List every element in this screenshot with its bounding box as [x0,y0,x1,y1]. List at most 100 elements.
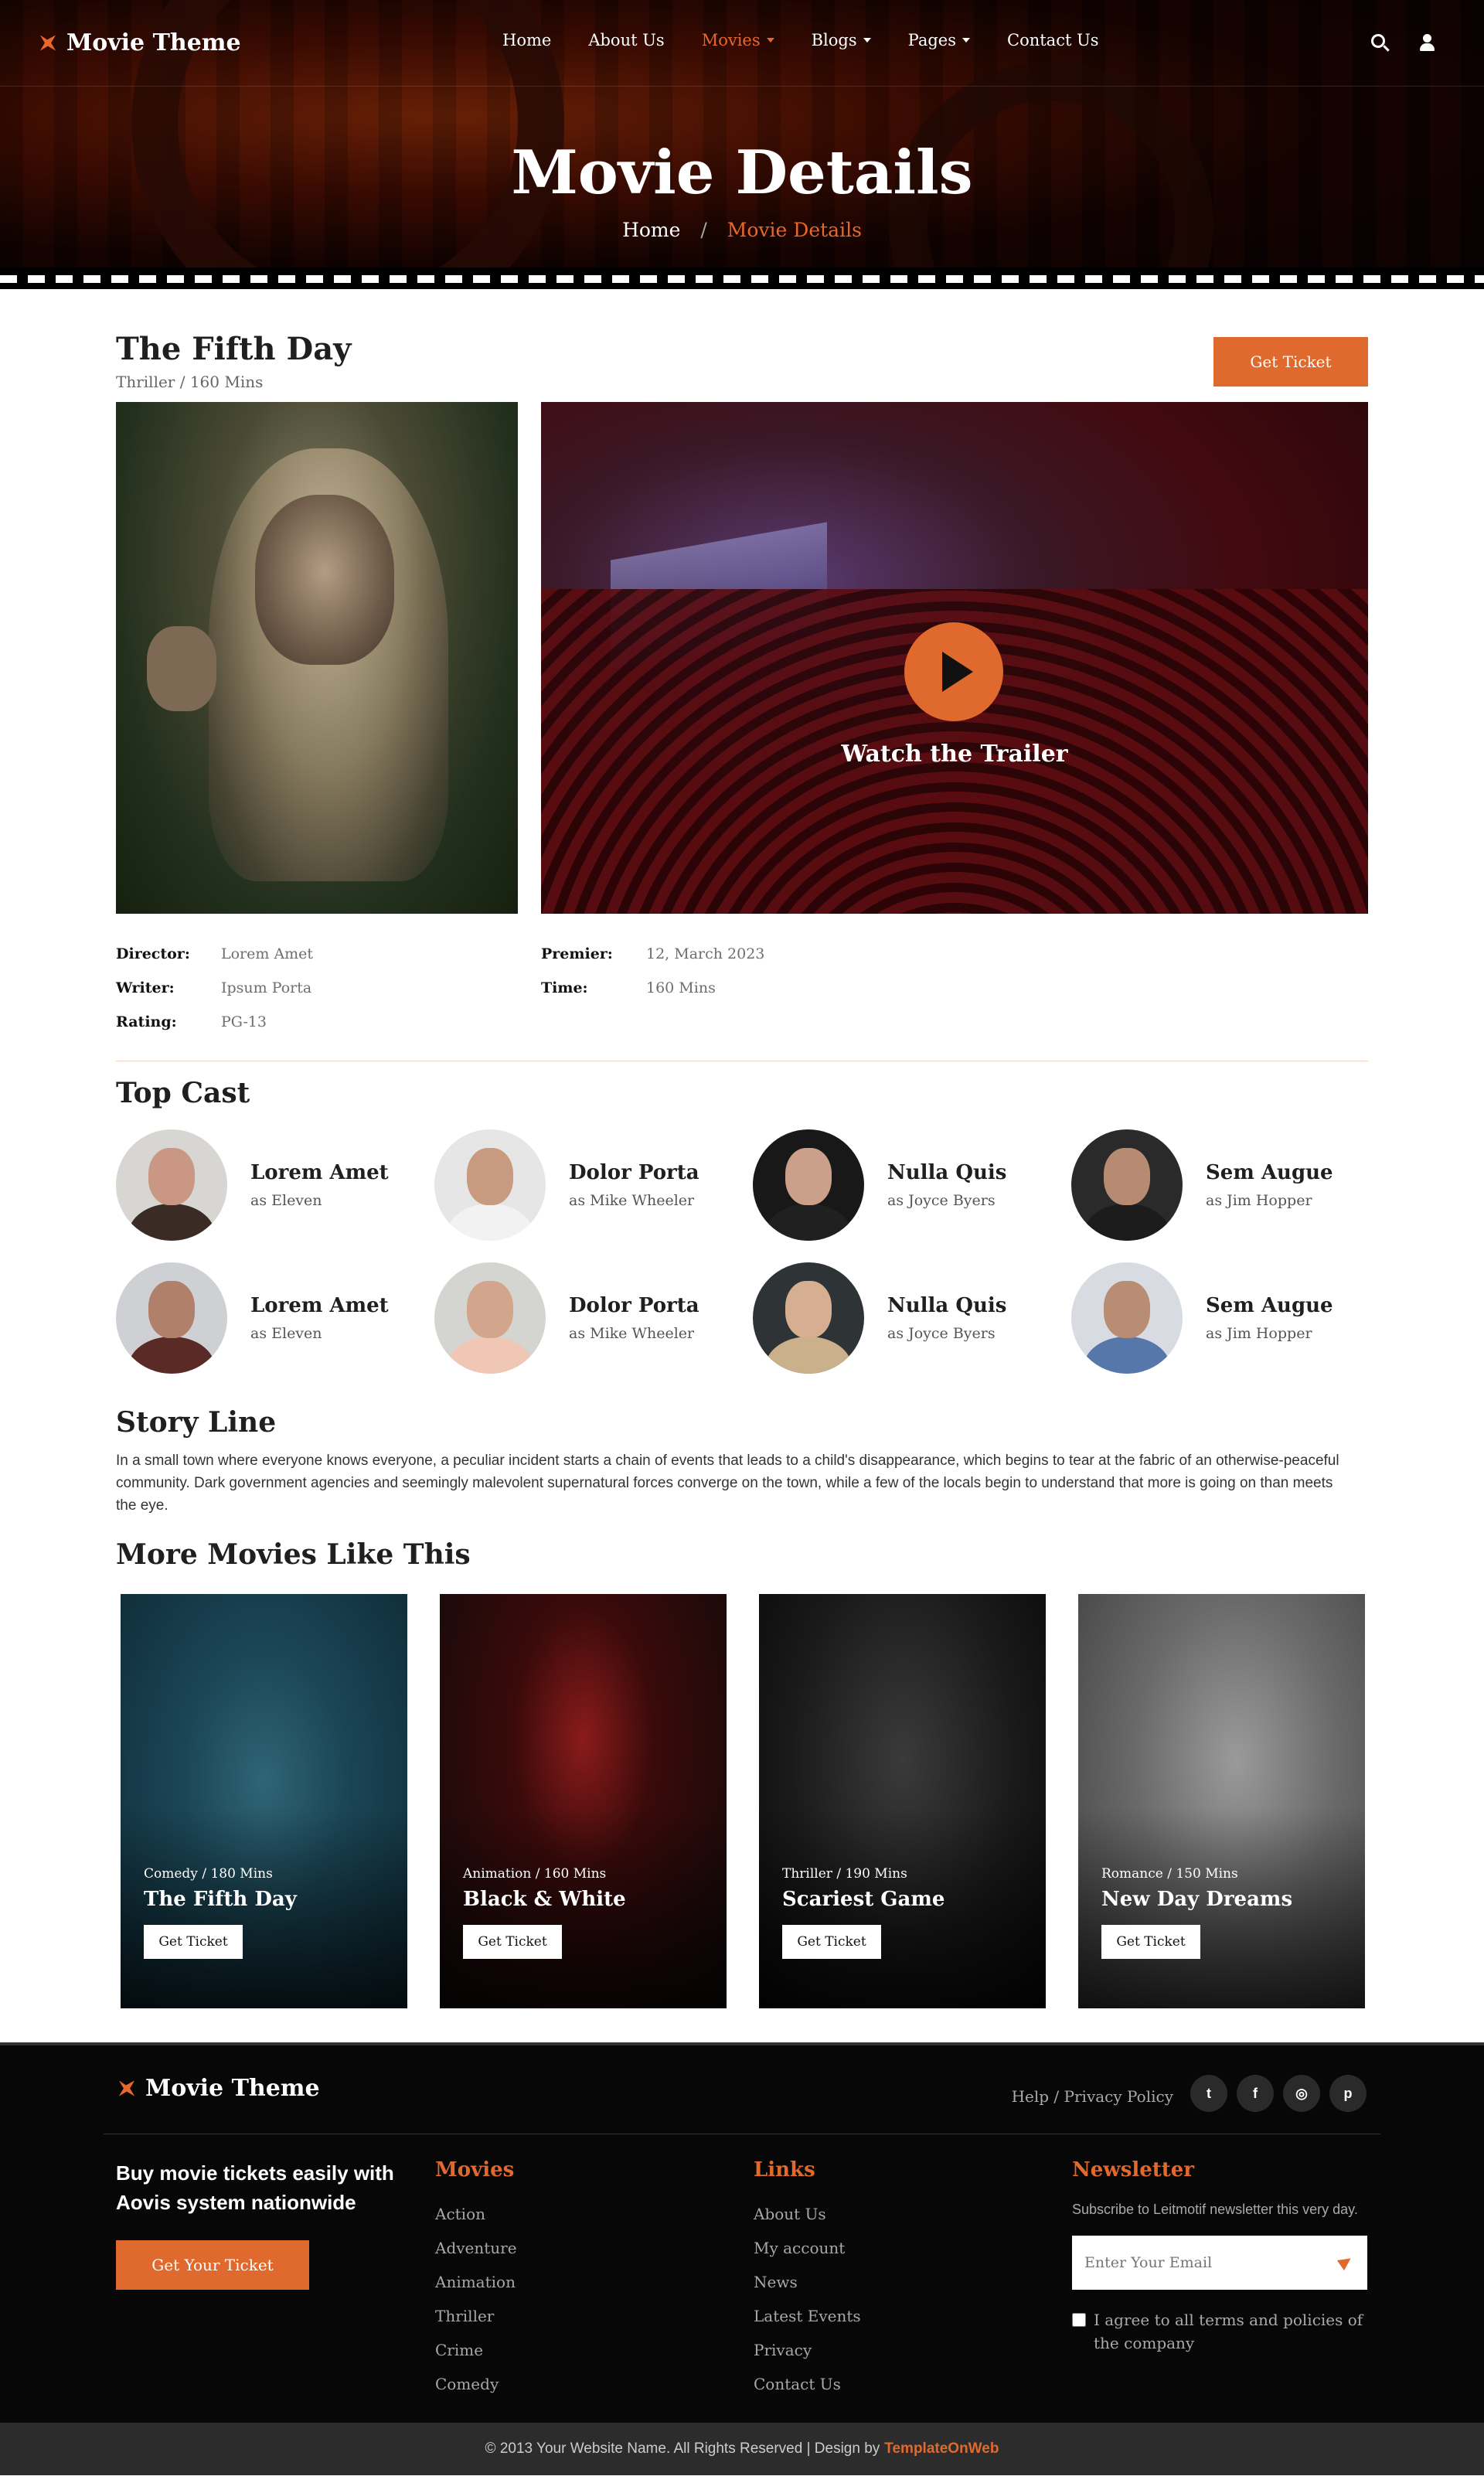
cast-member[interactable]: Nulla Quis as Joyce Byers [753,1129,1071,1241]
movie-meta: Thriller / 160 Mins [116,373,264,391]
footer-link[interactable]: Contact Us [754,2367,861,2401]
movie-card[interactable]: Comedy / 180 Mins The Fifth Day Get Ticket [121,1594,407,2008]
footer-movie-link[interactable]: Adventure [435,2231,517,2265]
site-logo[interactable]: Movie Theme [37,29,241,56]
footer-link[interactable]: Latest Events [754,2299,861,2333]
movie-card[interactable]: Romance / 150 Mins New Day Dreams Get Tick… [1078,1594,1365,2008]
cast-member[interactable]: Dolor Porta as Mike Wheeler [434,1262,753,1374]
twitter-icon[interactable]: t [1190,2075,1227,2112]
cast-member[interactable]: Lorem Amet as Eleven [116,1129,434,1241]
movie-card[interactable]: Animation / 160 Mins Black & White Get Tic… [440,1594,727,2008]
movie-info-left: Director: Lorem Amet Writer: Ipsum Porta Rat… [116,937,518,1039]
footer-logo[interactable]: Movie Theme [116,2075,320,2102]
movie-card-ticket-button[interactable]: Get Ticket [1101,1925,1200,1959]
cast-section-title: Top Cast [116,1077,250,1109]
page-title: Movie Details [511,138,973,208]
trailer-label: Watch the Trailer [841,741,1068,768]
agree-terms: I agree to all terms and policies of the… [1072,2308,1367,2355]
chevron-down-icon [766,38,774,43]
trailer-video[interactable]: Watch the Trailer [541,402,1368,914]
cast-text: Nulla Quis as Joyce Byers [887,1294,1006,1342]
send-icon[interactable] [1336,2253,1355,2271]
nav-label: About Us [588,31,665,49]
movie-card-ticket-button[interactable]: Get Ticket [144,1925,243,1959]
nav-movies[interactable]: Movies [702,31,774,49]
nav-label: Blogs [811,31,857,49]
footer-movie-link[interactable]: Crime [435,2333,517,2367]
designer-link[interactable]: TemplateOnWeb [884,2440,999,2457]
more-movies-title: More Movies Like This [116,1538,471,1571]
social-links: t f ◎ p [1190,2075,1367,2112]
movie-card-title: New Day Dreams [1101,1888,1293,1911]
movie-card-meta: Romance / 150 Mins [1101,1866,1238,1882]
logo-icon [116,2078,138,2100]
footer-movie-link[interactable]: Thriller [435,2299,517,2333]
get-ticket-button[interactable]: Get Ticket [1213,337,1368,387]
movie-card-meta: Comedy / 180 Mins [144,1866,273,1882]
info-key: Writer: [116,979,175,996]
movie-card[interactable]: Thriller / 190 Mins Scariest Game Get Tick… [759,1594,1046,2008]
cast-text: Sem Augue as Jim Hopper [1206,1294,1333,1342]
movie-card-ticket-button[interactable]: Get Ticket [782,1925,881,1959]
footer-movie-link[interactable]: Comedy [435,2367,517,2401]
info-row: Director: Lorem Amet [116,937,518,971]
nav-label: Home [502,31,552,49]
info-row: Rating: PG-13 [116,1005,518,1039]
cast-member[interactable]: Nulla Quis as Joyce Byers [753,1262,1071,1374]
nav-blogs[interactable]: Blogs [812,31,871,49]
cast-member[interactable]: Sem Augue as Jim Hopper [1071,1262,1390,1374]
footer-link[interactable]: My account [754,2231,861,2265]
play-icon[interactable] [904,622,1003,721]
nav-icons [1370,32,1438,53]
info-row: Premier: 12, March 2023 [541,937,1005,971]
footer-link[interactable]: About Us [754,2197,861,2231]
nav-pages[interactable]: Pages [908,31,970,49]
footer-logo-text: Movie Theme [145,2075,320,2102]
movie-card-ticket-button[interactable]: Get Ticket [463,1925,562,1959]
newsletter-title: Newsletter [1072,2158,1195,2182]
email-field[interactable] [1084,2254,1316,2271]
instagram-icon[interactable]: ◎ [1283,2075,1320,2112]
nav-contact-us[interactable]: Contact Us [1007,31,1099,49]
breadcrumb-home[interactable]: Home [622,219,680,241]
cast-role: as Eleven [250,1325,322,1342]
user-icon[interactable] [1418,32,1438,53]
facebook-icon[interactable]: f [1237,2075,1274,2112]
cast-text: Lorem Amet as Eleven [250,1294,389,1342]
more-movies-grid: Comedy / 180 Mins The Fifth Day Get Ticket… [116,1594,1368,2008]
avatar [116,1262,227,1374]
chevron-down-icon [962,38,970,43]
nav-home[interactable]: Home [502,31,551,49]
info-key: Rating: [116,1013,177,1030]
cast-text: Dolor Porta as Mike Wheeler [569,1161,699,1209]
cast-name: Lorem Amet [250,1161,389,1184]
nav-about-us[interactable]: About Us [588,31,664,49]
cast-name: Dolor Porta [569,1161,699,1184]
cast-member[interactable]: Lorem Amet as Eleven [116,1262,434,1374]
newsletter-form [1072,2236,1367,2290]
cast-text: Lorem Amet as Eleven [250,1161,389,1209]
search-icon[interactable] [1370,32,1390,53]
movie-info: Director: Lorem Amet Writer: Ipsum Porta Rat… [116,937,1368,1039]
footer-movie-link[interactable]: Animation [435,2265,517,2299]
footer-movie-link[interactable]: Action [435,2197,517,2231]
info-row: Writer: Ipsum Porta [116,971,518,1005]
footer-link[interactable]: Privacy [754,2333,861,2367]
cast-role: as Joyce Byers [887,1192,996,1209]
avatar [753,1129,864,1241]
info-row: Time: 160 Mins [541,971,1005,1005]
cast-text: Dolor Porta as Mike Wheeler [569,1294,699,1342]
movie-card-title: Black & White [463,1888,626,1911]
movie-poster [116,402,518,914]
cast-name: Sem Augue [1206,1294,1333,1317]
pinterest-icon[interactable]: p [1329,2075,1367,2112]
footer-link[interactable]: News [754,2265,861,2299]
movie-card-title: Scariest Game [782,1888,945,1911]
media-row: Watch the Trailer [116,402,1368,914]
get-your-ticket-button[interactable]: Get Your Ticket [116,2240,309,2290]
agree-checkbox[interactable] [1072,2313,1086,2327]
nav-label: Pages [907,31,956,49]
help-privacy-link[interactable]: Help / Privacy Policy [1012,2087,1173,2106]
cast-member[interactable]: Sem Augue as Jim Hopper [1071,1129,1390,1241]
cast-member[interactable]: Dolor Porta as Mike Wheeler [434,1129,753,1241]
